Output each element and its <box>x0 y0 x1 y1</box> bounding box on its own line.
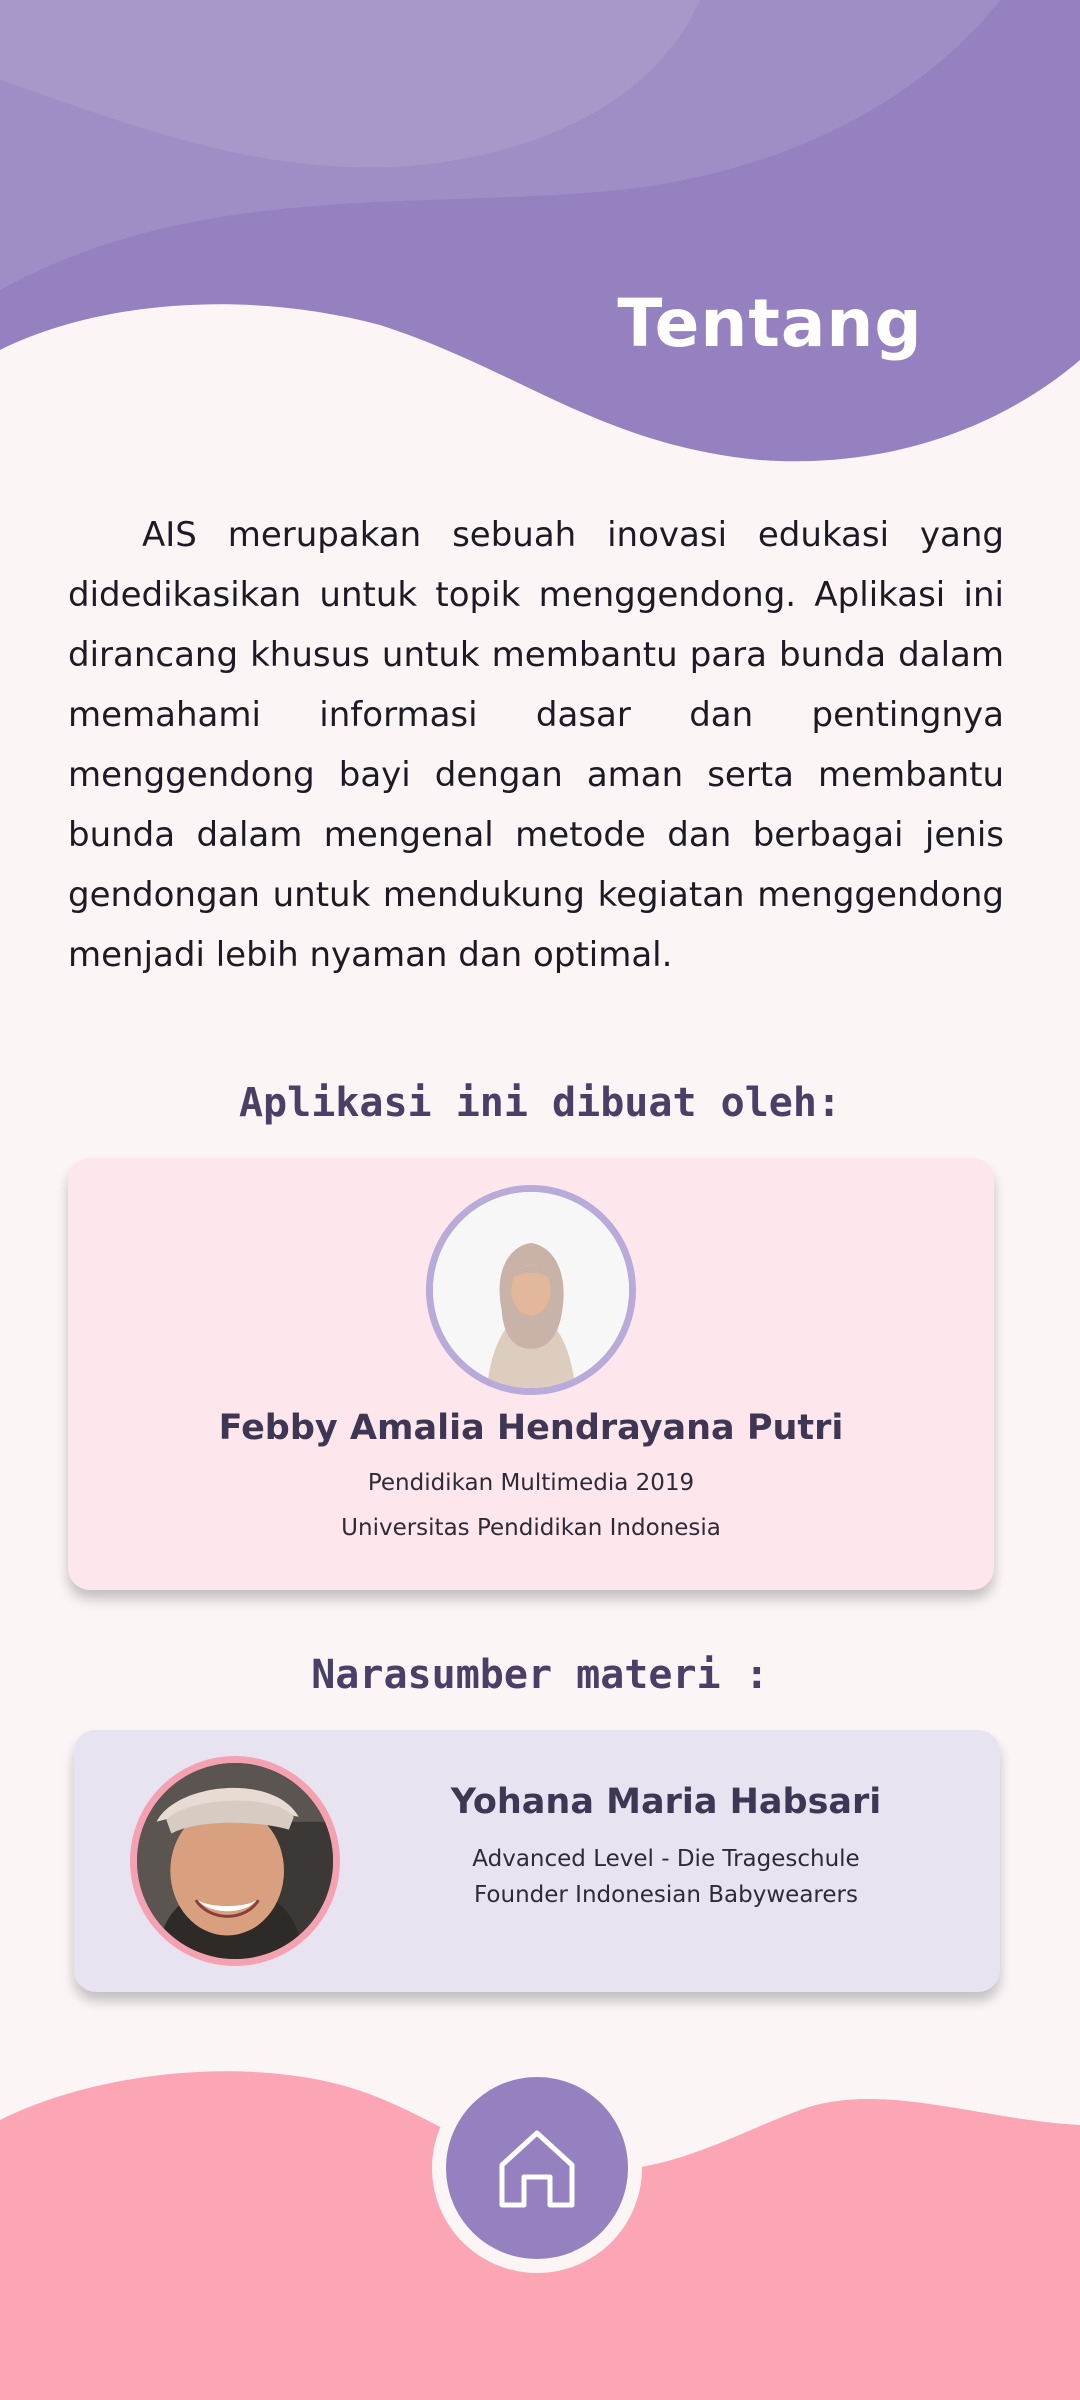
creator-university: Universitas Pendidikan Indonesia <box>341 1515 721 1541</box>
about-description: AIS merupakan sebuah inovasi edukasi yan… <box>68 515 1004 975</box>
creator-card: Febby Amalia Hendrayana Putri Pendidikan… <box>68 1158 994 1590</box>
source-avatar <box>130 1756 340 1966</box>
header-wave-background <box>0 0 1080 462</box>
home-button-circle <box>446 2077 628 2259</box>
source-certification: Advanced Level - Die Trageschule <box>472 1846 860 1872</box>
source-photo <box>137 1763 333 1959</box>
page-title: Tentang <box>617 285 923 362</box>
creator-avatar <box>426 1185 636 1395</box>
home-button[interactable] <box>432 2063 642 2273</box>
source-section-heading: Narasumber materi : <box>311 1652 769 1698</box>
source-card: Yohana Maria Habsari Advanced Level - Di… <box>74 1730 1000 1992</box>
creator-section-heading: Aplikasi ini dibuat oleh: <box>238 1080 842 1126</box>
creator-photo <box>433 1192 629 1388</box>
home-icon <box>499 2130 575 2208</box>
creator-name: Febby Amalia Hendrayana Putri <box>218 1408 844 1448</box>
creator-program: Pendidikan Multimedia 2019 <box>367 1470 695 1496</box>
source-name: Yohana Maria Habsari <box>450 1782 882 1822</box>
source-role: Founder Indonesian Babywearers <box>474 1882 858 1908</box>
